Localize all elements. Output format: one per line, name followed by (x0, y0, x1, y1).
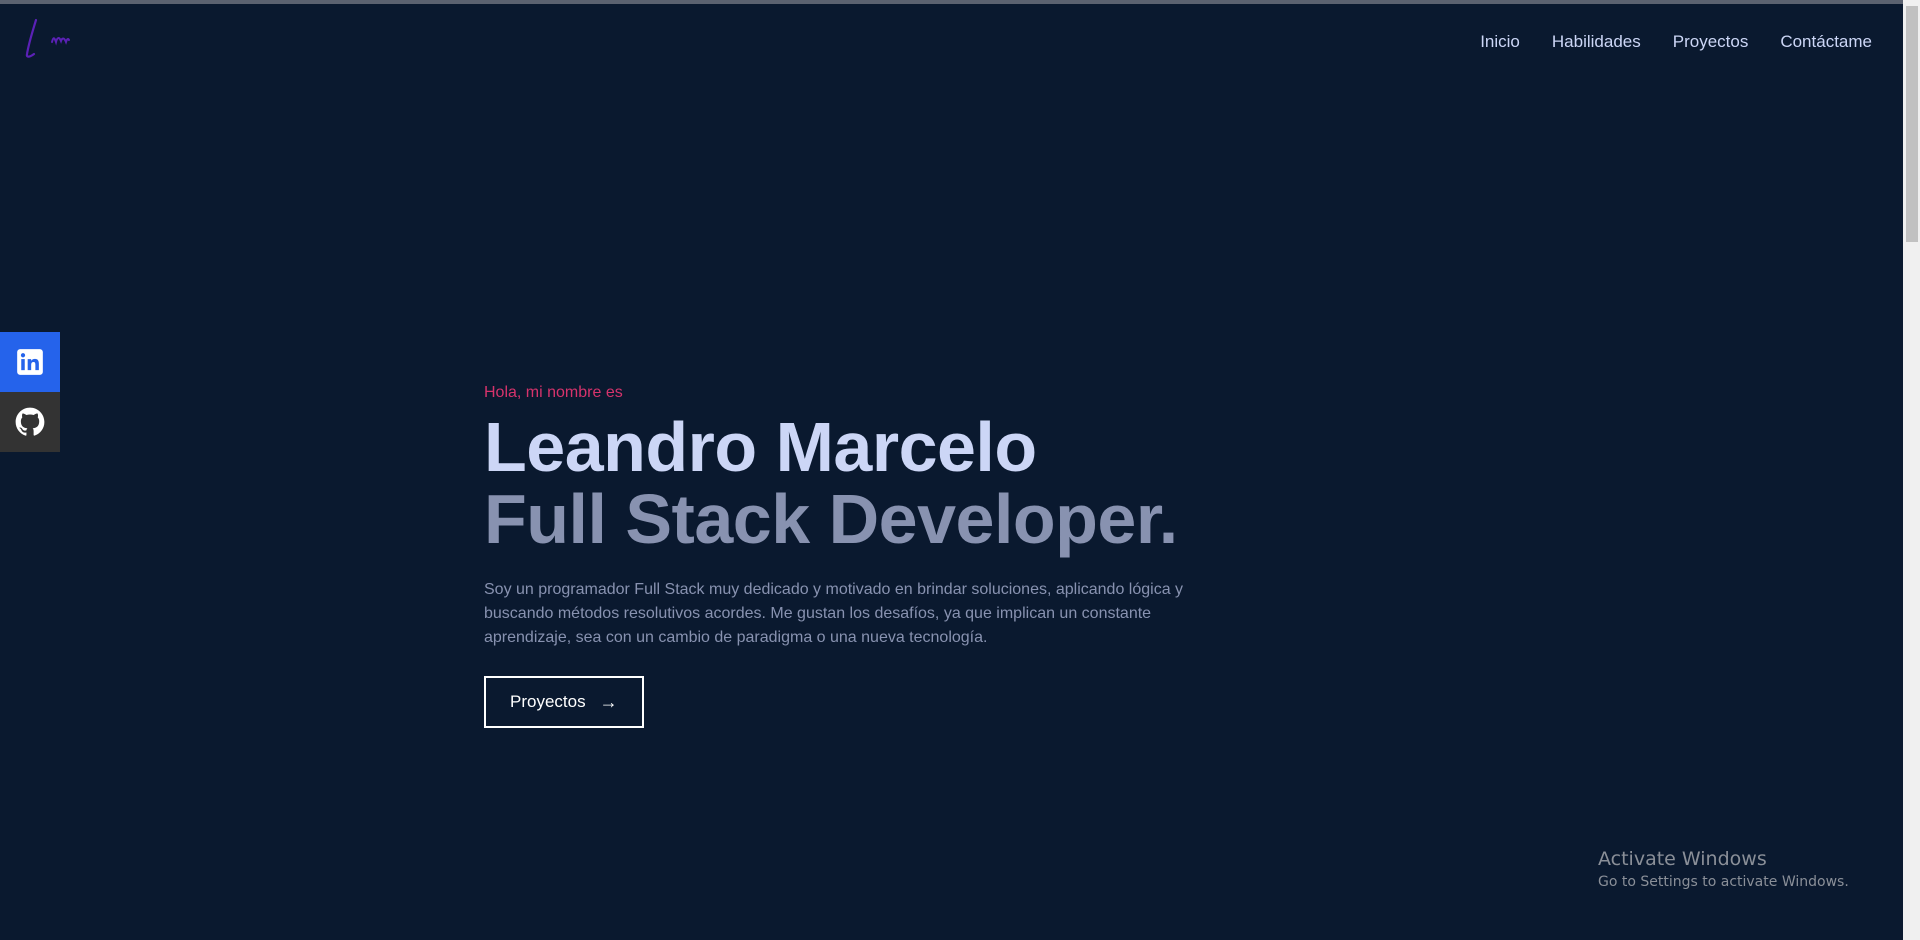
vertical-scrollbar[interactable] (1903, 0, 1920, 940)
main-nav: Inicio Habilidades Proyectos Contáctame (1480, 32, 1872, 52)
projects-button[interactable]: Proyectos → (484, 676, 644, 728)
arrow-right-icon: → (599, 691, 618, 712)
linkedin-icon (17, 349, 43, 375)
github-button[interactable] (0, 392, 60, 452)
watermark-subtitle: Go to Settings to activate Windows. (1598, 874, 1849, 890)
windows-activation-watermark: Activate Windows Go to Settings to activ… (1598, 848, 1849, 890)
hero-role: Full Stack Developer. (484, 480, 1178, 558)
hero-bio: Soy un programador Full Stack muy dedica… (484, 581, 1184, 646)
window-top-border (0, 0, 1920, 4)
logo[interactable] (22, 16, 86, 64)
github-icon (15, 407, 45, 436)
nav-item-inicio[interactable]: Inicio (1480, 32, 1520, 52)
nav-item-habilidades[interactable]: Habilidades (1552, 32, 1641, 52)
logo-signature-icon (25, 18, 70, 58)
watermark-title: Activate Windows (1598, 848, 1767, 870)
projects-button-label: Proyectos (510, 692, 586, 711)
scrollbar-thumb[interactable] (1906, 6, 1918, 242)
nav-item-proyectos[interactable]: Proyectos (1673, 32, 1749, 52)
hero-section: Hola, mi nombre es Leandro Marcelo Full … (484, 384, 1224, 728)
greeting-text: Hola, mi nombre es (484, 384, 623, 401)
hero-name: Leandro Marcelo (484, 408, 1037, 486)
nav-item-contactame[interactable]: Contáctame (1780, 32, 1872, 52)
linkedin-button[interactable] (0, 332, 60, 392)
social-sidebar (0, 332, 60, 452)
